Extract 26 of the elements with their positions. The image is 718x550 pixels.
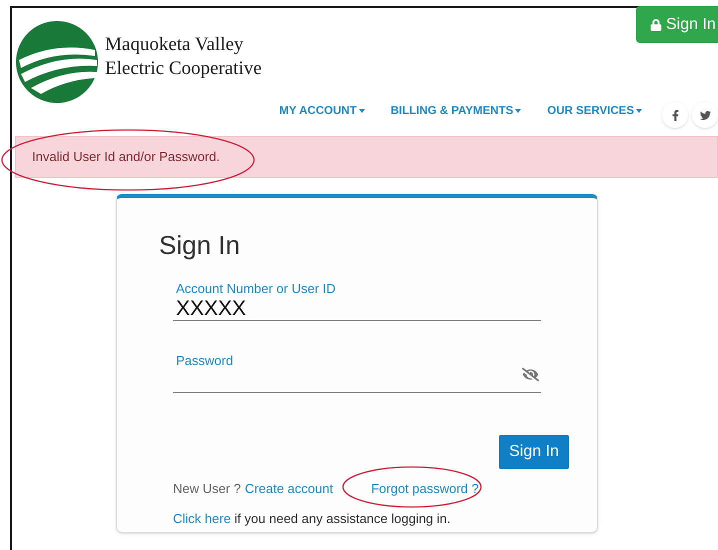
logo-icon <box>15 20 99 104</box>
nav-menu[interactable]: OUR SERVICES <box>547 102 642 120</box>
submit-button[interactable]: Sign In <box>499 435 569 469</box>
caret-icon <box>358 109 365 114</box>
hide-password-icon[interactable] <box>522 366 539 383</box>
password-field[interactable]: Password <box>173 351 541 393</box>
sign-in-button[interactable]: Sign In <box>636 6 718 43</box>
card-title: Sign In <box>159 229 241 262</box>
logo-text: Electric Cooperative <box>105 57 263 81</box>
account-field[interactable]: Account Number or User ID XXXXX <box>173 279 541 321</box>
field-label: Password <box>176 352 234 370</box>
field-label: Account Number or User ID <box>176 280 337 298</box>
help-link[interactable]: Click here <box>173 510 231 526</box>
new-user-text: New User ? <box>173 480 241 498</box>
help-text: Click here if you need any assistance logging in. <box>172 510 452 528</box>
caret-icon <box>636 109 642 114</box>
logo-text: Maquoketa Valley <box>105 33 244 57</box>
facebook-icon[interactable] <box>662 102 688 128</box>
twitter-icon[interactable] <box>692 102 718 128</box>
caret-icon <box>515 109 522 114</box>
field-value: XXXXX <box>176 298 248 318</box>
nav-menu[interactable]: BILLING & PAYMENTS <box>390 102 522 120</box>
error-message: Invalid User Id and/or Password. <box>32 148 220 166</box>
create-account-link[interactable]: Create account <box>244 479 334 498</box>
nav-menu[interactable]: MY ACCOUNT <box>279 102 365 120</box>
lock-icon <box>650 18 662 30</box>
